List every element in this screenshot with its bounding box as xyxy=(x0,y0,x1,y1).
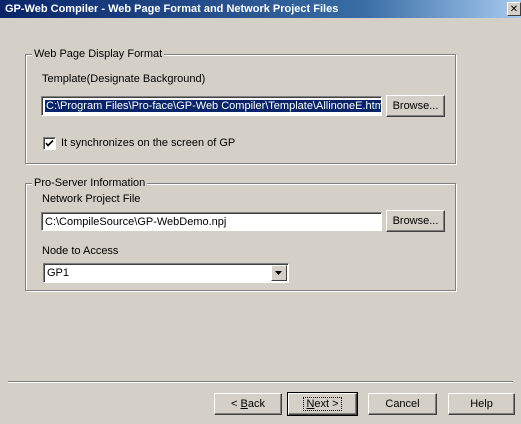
title-bar[interactable]: GP-Web Compiler - Web Page Format and Ne… xyxy=(0,0,521,18)
project-file-input[interactable]: C:\CompileSource\GP-WebDemo.npj xyxy=(41,212,382,231)
help-button[interactable]: Help xyxy=(448,393,515,415)
template-browse-button[interactable]: Browse... xyxy=(386,95,445,117)
window-title: GP-Web Compiler - Web Page Format and Ne… xyxy=(5,3,339,15)
template-label: Template(Designate Background) xyxy=(42,73,206,85)
project-browse-button[interactable]: Browse... xyxy=(386,210,445,232)
node-label: Node to Access xyxy=(42,245,119,257)
close-icon: ✕ xyxy=(509,4,519,15)
pro-server-group-label: Pro-Server Information xyxy=(32,177,148,189)
back-access-key: B xyxy=(240,398,248,410)
close-button[interactable]: ✕ xyxy=(507,2,521,16)
template-path-text: C:\Program Files\Pro-face\GP-Web Compile… xyxy=(45,100,381,112)
next-button[interactable]: Next > xyxy=(287,392,358,416)
cancel-button[interactable]: Cancel xyxy=(368,393,437,415)
next-focus-ring: Next > xyxy=(303,397,342,411)
checkmark-icon xyxy=(45,139,54,147)
back-button[interactable]: < Back xyxy=(214,393,282,415)
back-prefix: < xyxy=(231,398,241,410)
cancel-label: Cancel xyxy=(385,398,420,410)
project-browse-label: Browse... xyxy=(392,215,439,227)
footer-separator xyxy=(8,381,513,383)
project-file-text: C:\CompileSource\GP-WebDemo.npj xyxy=(45,216,227,228)
template-browse-label: Browse... xyxy=(392,100,439,112)
node-select-dropdown-button[interactable] xyxy=(271,265,287,281)
node-select-value: GP1 xyxy=(47,267,70,279)
help-label: Help xyxy=(470,398,493,410)
next-label-rest: ext > xyxy=(314,398,339,410)
sync-checkbox[interactable] xyxy=(43,137,56,150)
back-label-rest: ack xyxy=(247,398,265,410)
project-file-label: Network Project File xyxy=(42,193,141,205)
chevron-down-icon xyxy=(275,271,282,275)
template-path-input[interactable]: C:\Program Files\Pro-face\GP-Web Compile… xyxy=(41,96,382,116)
display-format-group-label: Web Page Display Format xyxy=(32,48,165,60)
node-select[interactable]: GP1 xyxy=(43,263,289,283)
sync-label[interactable]: It synchronizes on the screen of GP xyxy=(61,137,235,149)
